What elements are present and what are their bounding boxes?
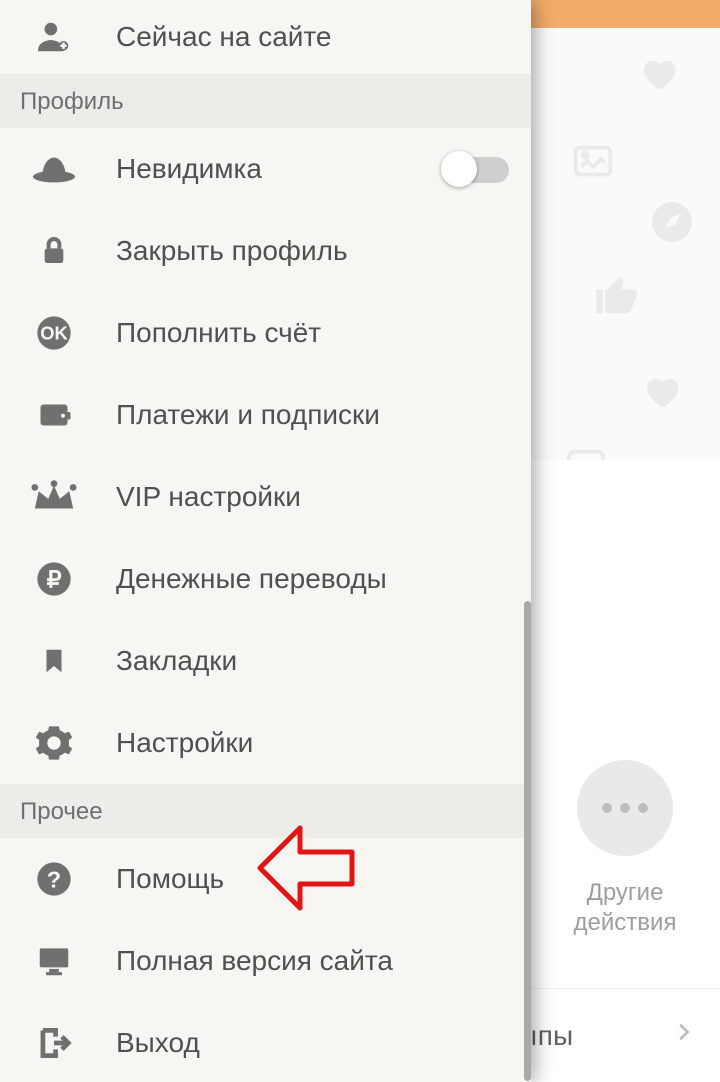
menu-item-desktop[interactable]: Полная версия сайта xyxy=(0,920,531,1002)
menu-item-transfers[interactable]: ₽ Денежные переводы xyxy=(0,538,531,620)
bottom-row-text-fragment: ıпы xyxy=(530,1020,573,1052)
svg-text:₽: ₽ xyxy=(47,566,62,592)
invisible-toggle[interactable] xyxy=(443,151,509,187)
menu-label: Закрыть профиль xyxy=(78,235,348,267)
svg-text:OK: OK xyxy=(40,323,68,344)
bookmark-icon xyxy=(30,637,78,685)
menu-label: Невидимка xyxy=(78,153,262,185)
drawer-scroll[interactable]: Сейчас на сайте Профиль Невидимка Закрыт… xyxy=(0,0,531,1082)
toggle-knob xyxy=(441,151,477,187)
chevron-right-icon xyxy=(672,1015,694,1056)
section-title-other: Прочее xyxy=(0,784,531,838)
hat-icon xyxy=(30,145,78,193)
more-dots-icon xyxy=(577,760,673,856)
menu-label: Платежи и подписки xyxy=(78,399,380,431)
menu-label: Сейчас на сайте xyxy=(78,21,331,53)
gear-icon xyxy=(30,719,78,767)
menu-item-bookmarks[interactable]: Закладки xyxy=(0,620,531,702)
menu-label: Выход xyxy=(78,1027,200,1059)
menu-label: Настройки xyxy=(78,727,253,759)
bg-heart-icon-2 xyxy=(638,370,684,412)
bg-thumb-icon xyxy=(590,270,646,322)
menu-label: Помощь xyxy=(78,863,224,895)
other-actions-tile[interactable]: Другие действия xyxy=(540,760,710,938)
menu-item-logout[interactable]: Выход xyxy=(0,1002,531,1082)
svg-text:?: ? xyxy=(47,866,61,892)
ruble-icon: ₽ xyxy=(30,555,78,603)
bg-compass-icon xyxy=(648,198,696,246)
help-icon: ? xyxy=(30,855,78,903)
side-drawer: Сейчас на сайте Профиль Невидимка Закрыт… xyxy=(0,0,531,1082)
menu-label: VIP настройки xyxy=(78,481,301,513)
menu-item-settings[interactable]: Настройки xyxy=(0,702,531,784)
menu-item-vip[interactable]: VIP настройки xyxy=(0,456,531,538)
section-title-profile: Профиль xyxy=(0,74,531,128)
menu-label: Полная версия сайта xyxy=(78,945,393,977)
menu-item-topup[interactable]: OK Пополнить счёт xyxy=(0,292,531,374)
person-online-icon xyxy=(30,13,78,61)
menu-label: Денежные переводы xyxy=(78,563,387,595)
menu-item-payments[interactable]: Платежи и подписки xyxy=(0,374,531,456)
app-header-accent xyxy=(530,0,720,28)
lock-icon xyxy=(30,227,78,275)
bg-image-icon xyxy=(566,140,620,186)
menu-item-invisible[interactable]: Невидимка xyxy=(0,128,531,210)
menu-item-help[interactable]: ? Помощь xyxy=(0,838,531,920)
monitor-icon xyxy=(30,937,78,985)
other-actions-label: Другие действия xyxy=(540,878,710,938)
menu-item-online-now[interactable]: Сейчас на сайте xyxy=(0,0,531,74)
wallet-icon xyxy=(30,391,78,439)
page-root: Другие действия ıпы Сейчас на сайте Проф… xyxy=(0,0,720,1082)
menu-label: Закладки xyxy=(78,645,237,677)
drawer-scrollbar[interactable] xyxy=(524,601,531,1081)
menu-item-close-profile[interactable]: Закрыть профиль xyxy=(0,210,531,292)
menu-label: Пополнить счёт xyxy=(78,317,321,349)
logout-icon xyxy=(30,1019,78,1067)
bottom-nav-row[interactable]: ıпы xyxy=(530,988,720,1082)
crown-icon xyxy=(30,473,78,521)
bg-heart-icon xyxy=(635,52,681,94)
ok-coin-icon: OK xyxy=(30,309,78,357)
